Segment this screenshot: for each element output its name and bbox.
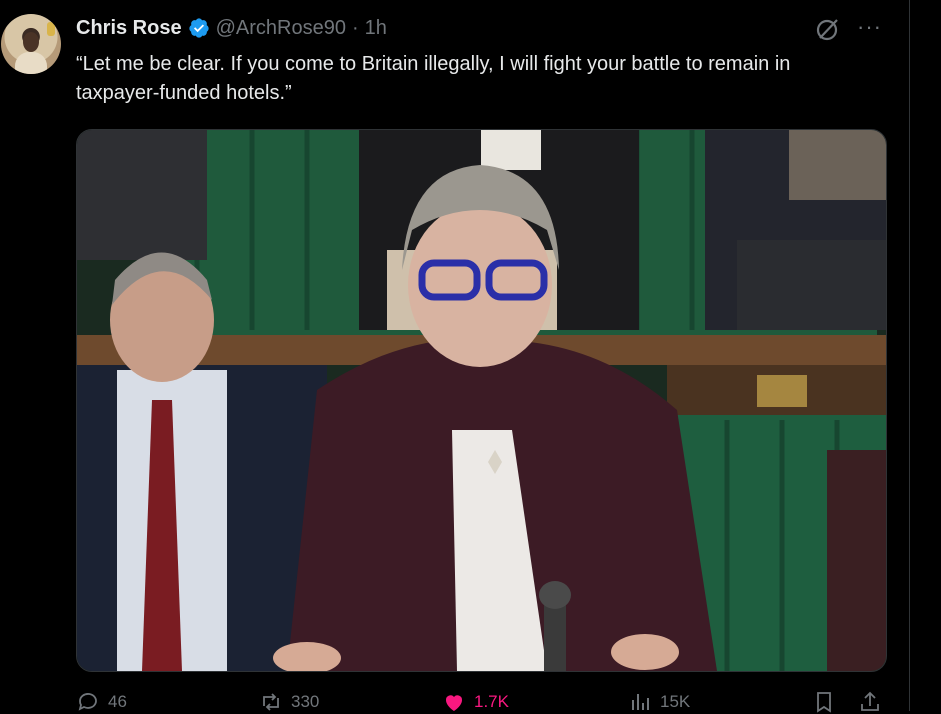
reply-button[interactable]: 46: [76, 690, 127, 714]
repost-button[interactable]: 330: [259, 690, 319, 714]
tweet-card[interactable]: Chris Rose @ArchRose90 · 1h ··· “Let me …: [0, 0, 909, 714]
views-button[interactable]: 15K: [628, 690, 690, 714]
more-icon[interactable]: ···: [857, 14, 882, 40]
tweet-header: Chris Rose @ArchRose90 · 1h: [76, 14, 387, 42]
author-handle[interactable]: @ArchRose90: [216, 17, 346, 40]
repost-icon: [263, 693, 279, 711]
action-bar: 46 330 1.7K 15K: [76, 690, 896, 714]
bookmark-icon: [817, 692, 831, 713]
reply-count: 46: [108, 692, 127, 711]
avatar[interactable]: [1, 14, 61, 74]
view-count: 15K: [660, 692, 691, 711]
grok-icon[interactable]: [815, 16, 841, 42]
reply-icon: [78, 693, 97, 711]
repost-count: 330: [291, 692, 320, 711]
separator-dot: ·: [351, 16, 359, 39]
bookmark-button[interactable]: [812, 690, 836, 714]
tweet-photo[interactable]: [76, 129, 887, 672]
share-icon: [861, 691, 879, 711]
like-button[interactable]: 1.7K: [442, 690, 509, 714]
like-icon: [445, 695, 463, 711]
share-button[interactable]: [858, 690, 882, 714]
verified-badge-icon[interactable]: [188, 17, 210, 39]
column-border: [909, 0, 910, 711]
tweet-text: “Let me be clear. If you come to Britain…: [76, 53, 791, 104]
photo-scene: [77, 130, 886, 671]
author-name[interactable]: Chris Rose: [76, 17, 182, 40]
views-icon: [632, 694, 649, 710]
like-count: 1.7K: [474, 692, 509, 711]
timestamp[interactable]: 1h: [365, 17, 387, 40]
